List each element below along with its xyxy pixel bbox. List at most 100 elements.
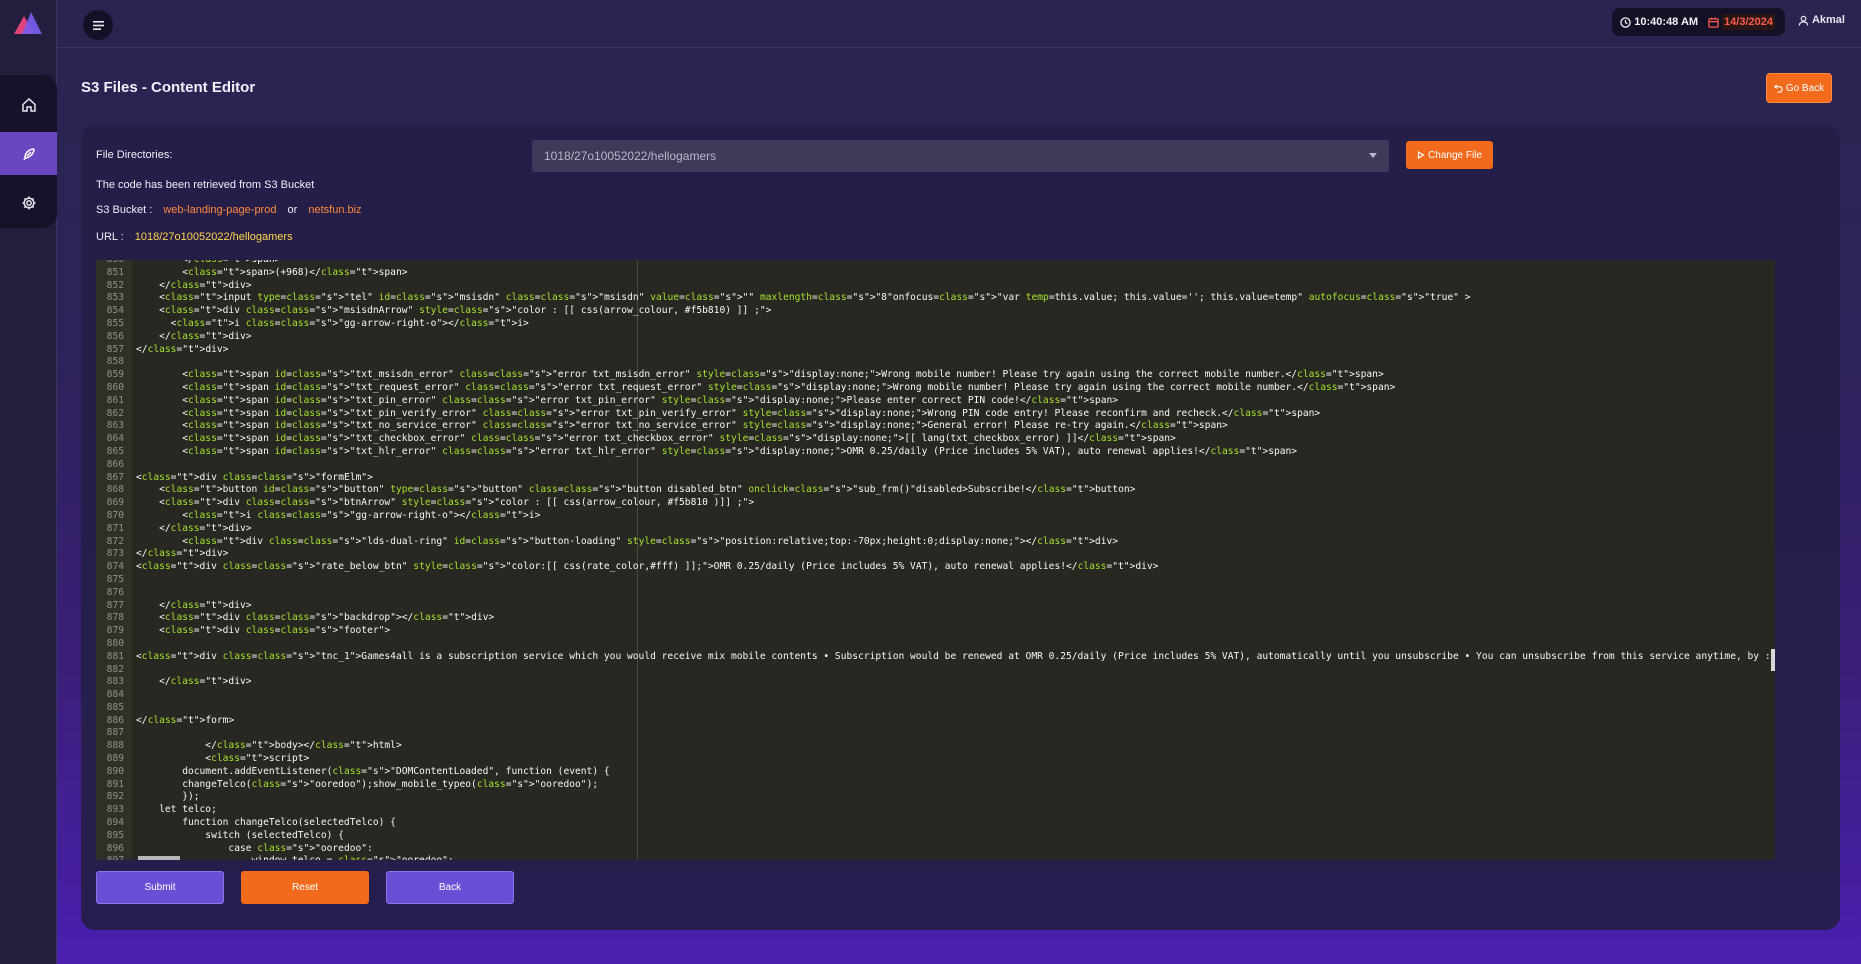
- editor-line[interactable]: 862 <class="t">span id=class="s">"txt_pi…: [96, 408, 1771, 421]
- editor-line[interactable]: 857 </class="t">div>: [96, 344, 1771, 357]
- change-file-label: Change File: [1428, 149, 1482, 161]
- editor-line[interactable]: 885: [96, 702, 1771, 715]
- s3-bucket-primary-link[interactable]: web-landing-page-prod: [163, 204, 276, 216]
- page-title: S3 Files - Content Editor: [81, 79, 256, 96]
- editor-line[interactable]: 896 case class="s">"ooredoo":: [96, 843, 1771, 856]
- editor-line[interactable]: 893 let telco;: [96, 804, 1771, 817]
- reset-button[interactable]: Reset: [241, 871, 369, 904]
- editor-line[interactable]: 859 <class="t">span id=class="s">"txt_ms…: [96, 369, 1771, 382]
- line-number: 870: [106, 509, 124, 521]
- editor-line[interactable]: 866: [96, 459, 1771, 472]
- line-code: </class="t">div>: [136, 676, 252, 688]
- line-number: 877: [106, 599, 124, 611]
- editor-line[interactable]: 864 <class="t">span id=class="s">"txt_ch…: [96, 433, 1771, 446]
- line-number: 876: [106, 586, 124, 598]
- submit-button[interactable]: Submit: [96, 871, 224, 904]
- editor-line[interactable]: 855 <class="t">i class=class="s">"gg-arr…: [96, 318, 1771, 331]
- feather-icon: [22, 147, 35, 160]
- editor-line[interactable]: 856 </class="t">div>: [96, 331, 1771, 344]
- editor-line[interactable]: 873 </class="t">div>: [96, 548, 1771, 561]
- line-code: <class="t">span id=class="s">"txt_reques…: [136, 381, 1396, 393]
- code-editor[interactable]: 850 </class="t">span>851 <class="t">span…: [96, 260, 1775, 860]
- editor-vertical-scrollbar[interactable]: [1771, 649, 1775, 671]
- editor-line[interactable]: 886 </class="t">form>: [96, 715, 1771, 728]
- editor-line[interactable]: 871 </class="t">div>: [96, 523, 1771, 536]
- editor-line[interactable]: 851 <class="t">span>(+968)</class="t">sp…: [96, 267, 1771, 280]
- logo-icon[interactable]: [14, 12, 42, 34]
- line-number: 867: [106, 471, 124, 483]
- editor-line[interactable]: 895 switch (selectedTelco) {: [96, 830, 1771, 843]
- url-value[interactable]: 1018/27o10052022/hellogamers: [135, 231, 293, 243]
- user-menu[interactable]: Akmal: [1798, 14, 1845, 26]
- line-number: 858: [106, 356, 124, 368]
- time-display: 10:40:48 AM: [1620, 16, 1698, 28]
- editor-line[interactable]: 872 <class="t">div class=class="s">"lds-…: [96, 536, 1771, 549]
- file-directory-select[interactable]: 1018/27o10052022/hellogamers: [532, 140, 1389, 172]
- editor-line[interactable]: 875: [96, 574, 1771, 587]
- editor-line[interactable]: 891 changeTelco(class="s">"ooredoo");sho…: [96, 779, 1771, 792]
- editor-line[interactable]: 884: [96, 689, 1771, 702]
- editor-line[interactable]: 852 </class="t">div>: [96, 280, 1771, 293]
- play-icon: [1417, 151, 1425, 159]
- s3-bucket-secondary-link[interactable]: netsfun.biz: [308, 204, 361, 216]
- line-number: 853: [106, 292, 124, 304]
- line-number: 883: [106, 676, 124, 688]
- line-code: </class="t">div>: [136, 330, 252, 342]
- editor-line[interactable]: 874 <class="t">div class=class="s">"rate_…: [96, 561, 1771, 574]
- editor-horizontal-scrollbar[interactable]: [138, 856, 180, 860]
- line-number: 878: [106, 612, 124, 624]
- editor-line[interactable]: 854 <class="t">div class=class="s">"msis…: [96, 305, 1771, 318]
- line-code: <class="t">i class=class="s">"gg-arrow-r…: [136, 509, 541, 521]
- line-code: function changeTelco(selectedTelco) {: [136, 817, 396, 829]
- editor-line[interactable]: 890 document.addEventListener(class="s">…: [96, 766, 1771, 779]
- editor-line[interactable]: 863 <class="t">span id=class="s">"txt_no…: [96, 420, 1771, 433]
- sidebar-item-files[interactable]: [0, 132, 57, 175]
- editor-line[interactable]: 889 <class="t">script>: [96, 753, 1771, 766]
- line-code: <class="t">span id=class="s">"txt_hlr_er…: [136, 445, 1298, 457]
- line-code: changeTelco(class="s">"ooredoo");show_mo…: [136, 778, 599, 790]
- back-button[interactable]: Back: [386, 871, 514, 904]
- editor-line[interactable]: 887: [96, 727, 1771, 740]
- editor-line[interactable]: 853 <class="t">input type=class="s">"tel…: [96, 292, 1771, 305]
- editor-line[interactable]: 880: [96, 638, 1771, 651]
- editor-line[interactable]: 888 </class="t">body></class="t">html>: [96, 740, 1771, 753]
- clock-icon: [1620, 16, 1631, 28]
- editor-line[interactable]: 861 <class="t">span id=class="s">"txt_pi…: [96, 395, 1771, 408]
- editor-line[interactable]: 876: [96, 587, 1771, 600]
- editor-line[interactable]: 883 </class="t">div>: [96, 676, 1771, 689]
- editor-line[interactable]: 892 });: [96, 791, 1771, 804]
- editor-line[interactable]: 868 <class="t">button id=class="s">"butt…: [96, 484, 1771, 497]
- editor-line[interactable]: 877 </class="t">div>: [96, 600, 1771, 613]
- editor-line[interactable]: 870 <class="t">i class=class="s">"gg-arr…: [96, 510, 1771, 523]
- line-code: </class="t">div>: [136, 343, 229, 355]
- editor-line[interactable]: 858: [96, 356, 1771, 369]
- menu-toggle-button[interactable]: [83, 10, 113, 40]
- editor-line[interactable]: 878 <class="t">div class=class="s">"back…: [96, 612, 1771, 625]
- line-code: <class="t">div class=class="s">"footer">: [136, 625, 391, 637]
- editor-line[interactable]: 897 window.telco = class="s">"ooredoo";: [96, 855, 1771, 860]
- content-editor-card: File Directories: 1018/27o10052022/hello…: [81, 125, 1840, 930]
- line-code: <class="t">div class=class="s">"rate_bel…: [136, 561, 1159, 573]
- editor-line[interactable]: 860 <class="t">span id=class="s">"txt_re…: [96, 382, 1771, 395]
- line-number: 897: [96, 855, 128, 860]
- line-number: 855: [106, 317, 124, 329]
- editor-line[interactable]: 869 <class="t">div class=class="s">"btnA…: [96, 497, 1771, 510]
- sidebar-item-home[interactable]: [0, 83, 57, 126]
- editor-line[interactable]: 894 function changeTelco(selectedTelco) …: [96, 817, 1771, 830]
- sidebar-item-settings[interactable]: [0, 181, 57, 224]
- editor-line[interactable]: 879 <class="t">div class=class="s">"foot…: [96, 625, 1771, 638]
- change-file-button[interactable]: Change File: [1406, 141, 1493, 169]
- line-code: <class="t">div class=class="s">"tnc_1">G…: [136, 650, 1771, 662]
- editor-line[interactable]: 882: [96, 664, 1771, 677]
- editor-line[interactable]: 881 <class="t">div class=class="s">"tnc_1…: [96, 651, 1771, 664]
- editor-line[interactable]: 865 <class="t">span id=class="s">"txt_hl…: [96, 446, 1771, 459]
- go-back-button[interactable]: Go Back: [1766, 73, 1832, 103]
- line-code: <class="t">span id=class="s">"txt_pin_er…: [136, 394, 1119, 406]
- gear-icon: [22, 196, 35, 209]
- editor-line[interactable]: 850 </class="t">span>: [96, 260, 1771, 267]
- calendar-icon: [1708, 16, 1719, 28]
- editor-line[interactable]: 867 <class="t">div class=class="s">"formE…: [96, 472, 1771, 485]
